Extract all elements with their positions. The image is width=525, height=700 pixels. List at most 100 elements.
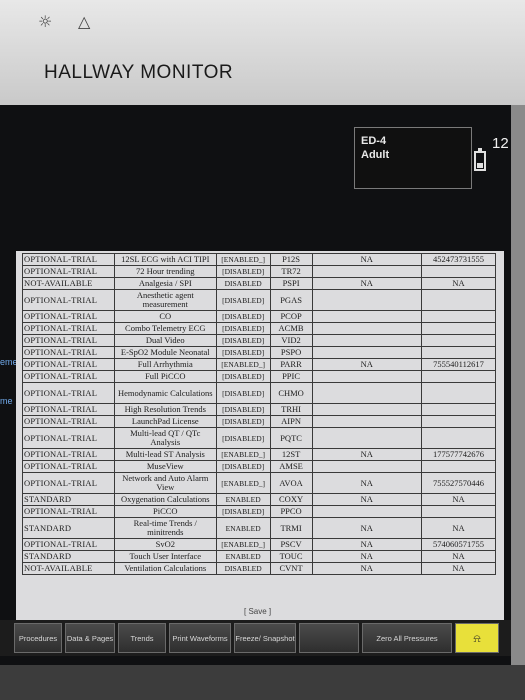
- table-cell-name: SvO2: [113, 538, 217, 551]
- table-cell-name: Oxygenation Calculations: [113, 493, 217, 506]
- table-cell-value1: NA: [311, 253, 423, 266]
- table-row[interactable]: OPTIONAL-TRIAL E-SpO2 Module Neonatal [DIS…: [22, 346, 496, 359]
- table-cell-value2: NA: [421, 277, 496, 290]
- table-cell-code: PARR: [269, 358, 313, 371]
- table-cell-status: ENABLED: [215, 550, 271, 563]
- table-cell-value1: [311, 289, 423, 311]
- table-row[interactable]: OPTIONAL-TRIAL CO [DISABLED] PCOP: [22, 310, 496, 323]
- unit-label: ED-4: [361, 135, 387, 147]
- table-cell-value1: [311, 460, 423, 473]
- table-cell-name: Touch User Interface: [113, 550, 217, 563]
- table-row[interactable]: STANDARD Touch User Interface ENABLED TOUC N…: [22, 550, 496, 563]
- table-cell-category: OPTIONAL-TRIAL: [22, 265, 115, 278]
- table-cell-value1: NA: [311, 358, 423, 371]
- table-cell-category: OPTIONAL-TRIAL: [22, 358, 115, 371]
- table-cell-name: Network and Auto Alarm View: [113, 472, 217, 494]
- table-row[interactable]: OPTIONAL-TRIAL Dual Video [DISABLED] VID2: [22, 334, 496, 347]
- table-cell-value1: [311, 415, 423, 428]
- patient-info-box[interactable]: ED-4 Adult: [354, 127, 472, 189]
- table-cell-value2: [421, 427, 496, 449]
- table-cell-category: OPTIONAL-TRIAL: [22, 346, 115, 359]
- table-cell-status: [ENABLED_]: [215, 538, 271, 551]
- table-cell-name: Dual Video: [113, 334, 217, 347]
- table-cell-name: MuseView: [113, 460, 217, 473]
- table-cell-category: NOT-AVAILABLE: [22, 562, 115, 575]
- table-cell-status: ENABLED: [215, 517, 271, 539]
- table-cell-status: [DISABLED]: [215, 403, 271, 416]
- table-row[interactable]: OPTIONAL-TRIAL MuseView [DISABLED] AMSE: [22, 460, 496, 473]
- table-cell-code: PGAS: [269, 289, 313, 311]
- table-cell-code: AIPN: [269, 415, 313, 428]
- table-cell-name: Ventilation Calculations: [113, 562, 217, 575]
- table-cell-status: DISABLED: [215, 562, 271, 575]
- table-cell-name: Full PiCCO: [113, 370, 217, 383]
- table-cell-code: CHMO: [269, 382, 313, 404]
- table-row[interactable]: STANDARD Oxygenation Calculations ENABLED C…: [22, 493, 496, 506]
- table-row[interactable]: OPTIONAL-TRIAL Anesthetic agent measureme…: [22, 289, 496, 311]
- data-pages-button[interactable]: Data & Pages: [65, 623, 115, 653]
- table-cell-category: OPTIONAL-TRIAL: [22, 538, 115, 551]
- print-waveforms-button[interactable]: Print Waveforms: [169, 623, 231, 653]
- table-row[interactable]: OPTIONAL-TRIAL Multi-lead ST Analysis [ENA…: [22, 448, 496, 461]
- table-cell-value2: NA: [421, 493, 496, 506]
- table-row[interactable]: OPTIONAL-TRIAL LaunchPad License [DISABLED…: [22, 415, 496, 428]
- table-row[interactable]: OPTIONAL-TRIAL Full Arrhythmia [ENABLED_] P…: [22, 358, 496, 371]
- table-row[interactable]: OPTIONAL-TRIAL SvO2 [ENABLED_] PSCV NA 574060…: [22, 538, 496, 551]
- trends-button[interactable]: Trends: [118, 623, 166, 653]
- table-cell-value1: [311, 265, 423, 278]
- patient-type-label: Adult: [361, 149, 390, 161]
- table-cell-value2: 452473731555: [421, 253, 496, 266]
- clock: 12 14: [492, 135, 511, 152]
- table-cell-code: COXY: [269, 493, 313, 506]
- license-dialog: OPTIONAL-TRIAL 12SL ECG with ACI TIPI [ENA…: [16, 251, 504, 621]
- table-row[interactable]: NOT-AVAILABLE Ventilation Calculations DIS…: [22, 562, 496, 575]
- table-row[interactable]: OPTIONAL-TRIAL PiCCO [DISABLED] PPCO: [22, 505, 496, 518]
- table-cell-value1: [311, 370, 423, 383]
- freeze-snapshot-button[interactable]: Freeze/ Snapshot: [234, 623, 296, 653]
- save-button[interactable]: [ Save ]: [244, 607, 271, 616]
- table-cell-value1: NA: [311, 538, 423, 551]
- table-cell-value2: [421, 382, 496, 404]
- table-row[interactable]: OPTIONAL-TRIAL Multi-lead QT / QTc Analys…: [22, 427, 496, 449]
- table-cell-status: [DISABLED]: [215, 265, 271, 278]
- table-row[interactable]: OPTIONAL-TRIAL High Resolution Trends [DIS…: [22, 403, 496, 416]
- table-row[interactable]: OPTIONAL-TRIAL 12SL ECG with ACI TIPI [ENA…: [22, 253, 496, 266]
- blank-function-key[interactable]: [299, 623, 359, 653]
- side-menu-item-2[interactable]: me: [0, 396, 13, 406]
- table-cell-category: OPTIONAL-TRIAL: [22, 253, 115, 266]
- function-bar: Procedures Data & Pages Trends Print Wav…: [0, 620, 511, 656]
- table-cell-category: OPTIONAL-TRIAL: [22, 310, 115, 323]
- table-row[interactable]: STANDARD Real-time Trends / minitrends ENA…: [22, 517, 496, 539]
- table-row[interactable]: OPTIONAL-TRIAL Full PiCCO [DISABLED] PPIC: [22, 370, 496, 383]
- table-cell-code: PQTC: [269, 427, 313, 449]
- table-row[interactable]: OPTIONAL-TRIAL Combo Telemetry ECG [DISABL…: [22, 322, 496, 335]
- table-cell-name: Analgesia / SPI: [113, 277, 217, 290]
- table-cell-code: PSCV: [269, 538, 313, 551]
- table-cell-name: PiCCO: [113, 505, 217, 518]
- table-cell-status: [DISABLED]: [215, 370, 271, 383]
- brightness-icon: ☼: [38, 12, 53, 31]
- table-cell-code: PSPO: [269, 346, 313, 359]
- table-cell-category: OPTIONAL-TRIAL: [22, 505, 115, 518]
- table-cell-status: [DISABLED]: [215, 334, 271, 347]
- table-cell-code: AMSE: [269, 460, 313, 473]
- table-cell-category: OPTIONAL-TRIAL: [22, 403, 115, 416]
- monitor-bezel-top: ☼ △ HALLWAY MONITOR: [0, 0, 525, 105]
- procedures-button[interactable]: Procedures: [14, 623, 62, 653]
- table-cell-status: [DISABLED]: [215, 427, 271, 449]
- table-cell-code: TRHI: [269, 403, 313, 416]
- table-row[interactable]: OPTIONAL-TRIAL Hemodynamic Calculations [D…: [22, 382, 496, 404]
- table-cell-category: STANDARD: [22, 517, 115, 539]
- table-cell-status: DISABLED: [215, 277, 271, 290]
- table-cell-name: E-SpO2 Module Neonatal: [113, 346, 217, 359]
- table-row[interactable]: OPTIONAL-TRIAL Network and Auto Alarm Vie…: [22, 472, 496, 494]
- alarm-button[interactable]: ⍾: [455, 623, 499, 653]
- table-cell-name: 12SL ECG with ACI TIPI: [113, 253, 217, 266]
- table-row[interactable]: OPTIONAL-TRIAL 72 Hour trending [DISABLED]…: [22, 265, 496, 278]
- zero-all-pressures-button[interactable]: Zero All Pressures: [362, 623, 452, 653]
- table-cell-name: Hemodynamic Calculations: [113, 382, 217, 404]
- table-cell-status: [DISABLED]: [215, 415, 271, 428]
- table-cell-value1: [311, 322, 423, 335]
- table-cell-status: [DISABLED]: [215, 310, 271, 323]
- table-row[interactable]: NOT-AVAILABLE Analgesia / SPI DISABLED PSPI…: [22, 277, 496, 290]
